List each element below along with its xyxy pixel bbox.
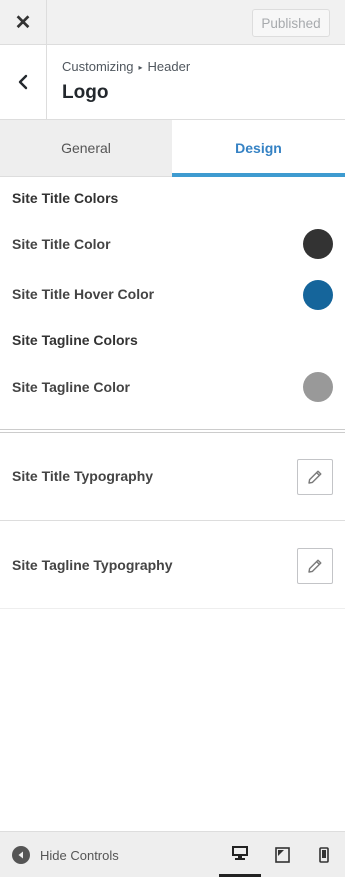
tab-bar: General Design [0,120,345,177]
tab-general[interactable]: General [0,120,172,177]
site-tagline-color-label: Site Tagline Color [12,379,130,395]
publish-button[interactable]: Published [252,9,330,37]
site-tagline-typography-edit-button[interactable] [297,548,333,584]
customizer-footer: Hide Controls [0,831,345,877]
row-divider [0,608,345,609]
preview-desktop-button[interactable] [219,832,261,877]
site-title-typography-edit-button[interactable] [297,459,333,495]
preview-mobile-button[interactable] [303,832,345,877]
mobile-icon [319,846,329,863]
site-tagline-colors-heading: Site Tagline Colors [12,332,138,348]
breadcrumb-section: Header [147,59,191,74]
section-header: Customizing ▸ Header Logo [0,45,345,120]
site-tagline-typography-label: Site Tagline Typography [12,557,173,573]
site-title-colors-heading: Site Title Colors [12,190,119,206]
site-title-typography-label: Site Title Typography [12,468,154,484]
site-title-hover-color-swatch[interactable] [303,280,333,310]
close-button[interactable]: ✕ [0,0,47,44]
breadcrumb: Customizing ▸ Header [62,59,190,74]
section-divider [0,429,345,433]
page-title: Logo [62,82,109,103]
site-tagline-color-swatch[interactable] [303,372,333,402]
close-icon: ✕ [14,11,32,34]
back-button[interactable] [0,45,47,119]
breadcrumb-separator: ▸ [138,63,143,72]
row-divider [0,520,345,521]
desktop-icon [232,846,248,860]
site-title-hover-color-label: Site Title Hover Color [12,286,155,302]
hide-controls-label: Hide Controls [40,847,119,863]
pencil-icon [308,559,322,573]
tab-design[interactable]: Design [172,120,345,177]
hide-controls-button[interactable]: Hide Controls [12,845,119,865]
breadcrumb-root: Customizing [62,59,134,74]
preview-tablet-button[interactable] [261,832,303,877]
site-title-color-swatch[interactable] [303,229,333,259]
pencil-icon [308,470,322,484]
collapse-arrow-icon [12,846,30,864]
tablet-icon [274,846,290,863]
chevron-left-icon [18,74,28,90]
site-title-color-label: Site Title Color [12,236,111,252]
customizer-topbar: ✕ Published [0,0,345,45]
